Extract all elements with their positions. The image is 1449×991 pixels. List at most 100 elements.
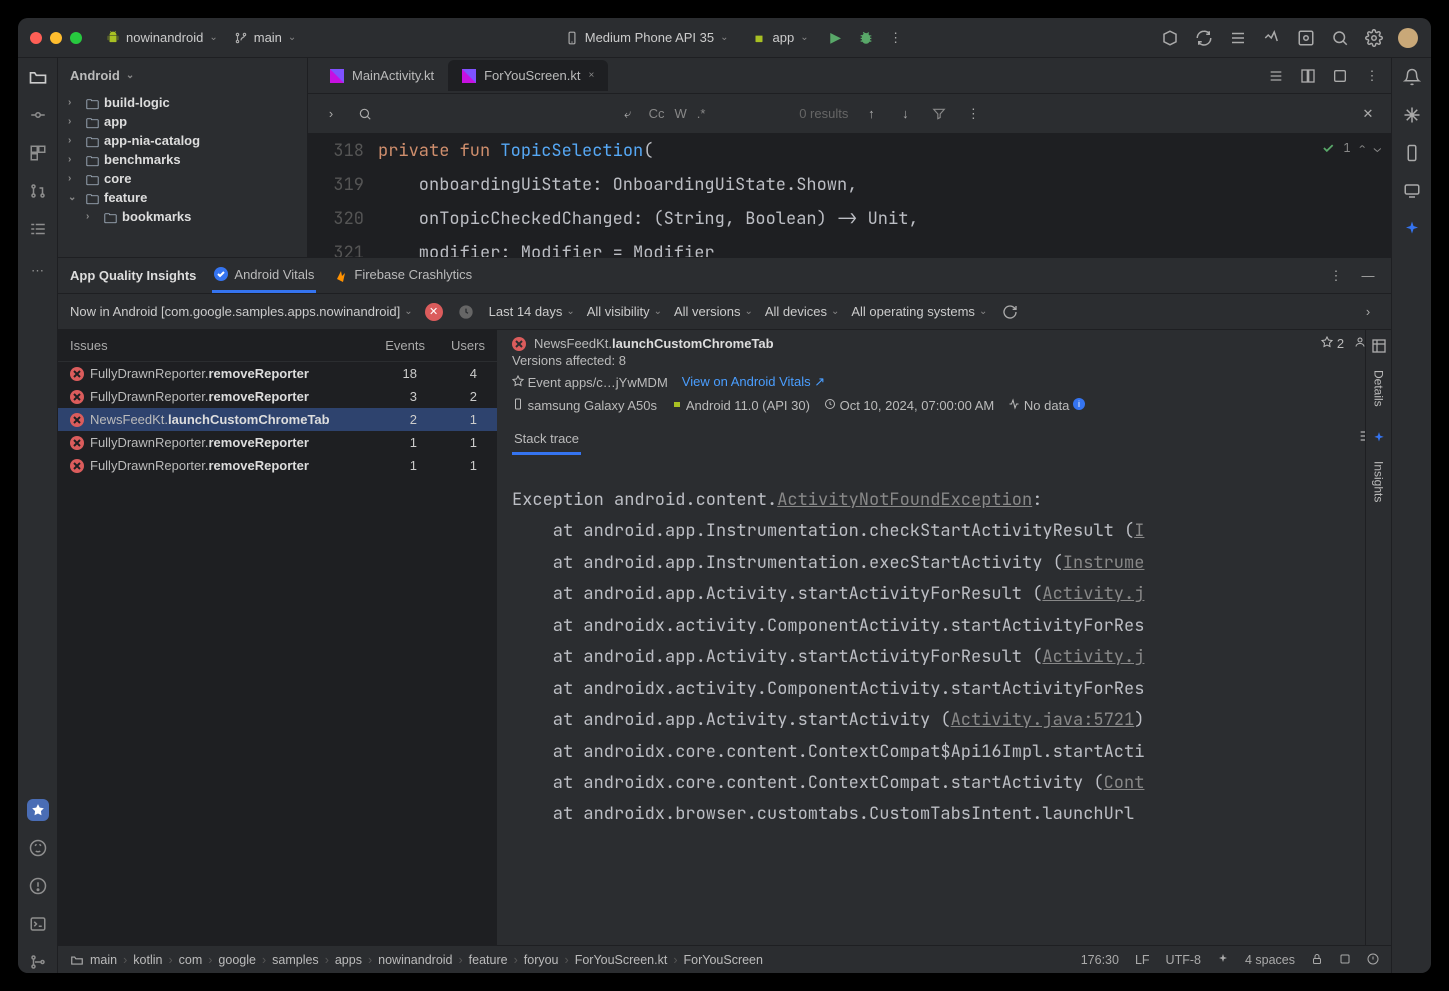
search-icon[interactable] <box>354 103 376 125</box>
regex-toggle[interactable]: .* <box>697 106 706 121</box>
more-icon[interactable]: ⋮ <box>1361 65 1383 87</box>
encoding[interactable]: UTF-8 <box>1166 953 1201 967</box>
word-toggle[interactable]: W <box>675 106 687 121</box>
breadcrumb[interactable]: main›kotlin›com›google›samples›apps›nowi… <box>90 953 763 967</box>
code-lines[interactable]: private fun TopicSelection( onboardingUi… <box>378 134 1391 257</box>
issue-row[interactable]: FullyDrawnReporter.removeReporter11 <box>58 431 497 454</box>
branch-selector[interactable]: main ⌄ <box>226 26 305 49</box>
terminal-icon[interactable] <box>27 913 49 935</box>
tree-item[interactable]: ⌄🗀feature <box>62 188 303 207</box>
sparkle-icon[interactable] <box>1217 953 1229 967</box>
view-on-vitals-link[interactable]: View on Android Vitals ↗ <box>682 374 825 390</box>
clock-icon[interactable] <box>455 301 477 323</box>
tree-item[interactable]: ›🗀benchmarks <box>62 150 303 169</box>
cursor-position[interactable]: 176:30 <box>1081 953 1119 967</box>
issue-row[interactable]: FullyDrawnReporter.removeReporter11 <box>58 454 497 477</box>
info-icon[interactable] <box>1367 953 1379 967</box>
tree-item[interactable]: ›🗀bookmarks <box>62 207 303 226</box>
tree-item[interactable]: ›🗀build-logic <box>62 93 303 112</box>
maximize-icon[interactable] <box>70 32 82 44</box>
gemini-icon[interactable] <box>1401 104 1423 126</box>
line-separator[interactable]: LF <box>1135 953 1150 967</box>
project-selector[interactable]: nowinandroid ⌄ <box>98 26 226 49</box>
commit-icon[interactable] <box>27 104 49 126</box>
tree-item[interactable]: ›🗀app-nia-catalog <box>62 131 303 150</box>
visibility-filter[interactable]: All visibility⌄ <box>587 304 662 319</box>
issue-row[interactable]: FullyDrawnReporter.removeReporter32 <box>58 385 497 408</box>
next-icon[interactable]: ↓ <box>894 103 916 125</box>
case-toggle[interactable]: Cc <box>649 106 665 121</box>
app-inspection-icon[interactable] <box>1295 27 1317 49</box>
search-input[interactable] <box>388 106 488 121</box>
close-icon[interactable] <box>30 32 42 44</box>
notifications-icon[interactable] <box>1401 66 1423 88</box>
debug-button[interactable] <box>855 27 877 49</box>
minimize-icon[interactable] <box>50 32 62 44</box>
settings-icon[interactable] <box>1363 27 1385 49</box>
inspection-widget[interactable]: 1 ⌃⌄ <box>1321 136 1381 160</box>
app-filter[interactable]: Now in Android [com.google.samples.apps.… <box>70 304 413 319</box>
structure-icon[interactable] <box>1227 27 1249 49</box>
issue-row[interactable]: FullyDrawnReporter.removeReporter184 <box>58 362 497 385</box>
more-button[interactable]: ⋮ <box>885 27 907 49</box>
structure-tool-icon[interactable] <box>27 218 49 240</box>
more-tools-icon[interactable]: ⋯ <box>27 260 49 282</box>
indent-info[interactable]: 4 spaces <box>1245 953 1295 967</box>
problems-icon[interactable] <box>27 875 49 897</box>
pull-requests-icon[interactable] <box>27 180 49 202</box>
more-icon[interactable]: ⋮ <box>1325 265 1347 287</box>
minimize-icon[interactable]: — <box>1357 265 1379 287</box>
refresh-icon[interactable] <box>999 301 1021 323</box>
reader-icon[interactable] <box>1329 65 1351 87</box>
issue-row[interactable]: NewsFeedKt.launchCustomChromeTab21 <box>58 408 497 431</box>
tab-stack-trace[interactable]: Stack trace <box>512 425 581 455</box>
device-manager-icon[interactable] <box>1401 142 1423 164</box>
search-icon[interactable] <box>1329 27 1351 49</box>
tree-item[interactable]: ›🗀app <box>62 112 303 131</box>
range-filter[interactable]: Last 14 days⌄ <box>489 304 575 319</box>
editor-tab[interactable]: MainActivity.kt <box>316 60 448 91</box>
error-badge[interactable]: ✕ <box>425 303 443 321</box>
insights-tab[interactable]: Insights <box>1372 461 1386 502</box>
editor-tab[interactable]: ForYouScreen.kt × <box>448 60 608 91</box>
sparkle-icon[interactable] <box>1372 431 1386 445</box>
split-icon[interactable] <box>1297 65 1319 87</box>
list-icon[interactable] <box>1265 65 1287 87</box>
expand-icon[interactable]: › <box>320 103 342 125</box>
devices-filter[interactable]: All devices⌄ <box>765 304 840 319</box>
tree-item[interactable]: ›🗀core <box>62 169 303 188</box>
table-icon[interactable] <box>1371 338 1387 354</box>
avatar[interactable] <box>1397 27 1419 49</box>
stack-trace[interactable]: Exception android.content.ActivityNotFou… <box>498 471 1391 945</box>
next-icon[interactable]: › <box>1357 301 1379 323</box>
code-editor[interactable]: 318319320321 private fun TopicSelection(… <box>308 134 1391 257</box>
prev-icon[interactable]: ↑ <box>860 103 882 125</box>
run-config-selector[interactable]: app ⌄ <box>744 26 816 49</box>
profiler-icon[interactable] <box>1261 27 1283 49</box>
os-filter[interactable]: All operating systems⌄ <box>851 304 987 319</box>
vcs-icon[interactable] <box>27 951 49 973</box>
close-icon[interactable]: ✕ <box>1357 103 1379 125</box>
running-devices-icon[interactable] <box>1401 180 1423 202</box>
logcat-icon[interactable] <box>27 837 49 859</box>
events-stat: 2 <box>1321 336 1344 351</box>
tab-firebase-crashlytics[interactable]: Firebase Crashlytics <box>332 259 474 292</box>
resource-manager-icon[interactable] <box>27 142 49 164</box>
sync-icon[interactable] <box>1193 27 1215 49</box>
ai-icon[interactable] <box>1401 218 1423 240</box>
filter-icon[interactable] <box>928 103 950 125</box>
app-quality-icon[interactable] <box>27 799 49 821</box>
more-icon[interactable]: ⋮ <box>962 103 984 125</box>
close-icon[interactable]: × <box>588 70 594 81</box>
tree-header[interactable]: Android ⌄ <box>58 58 307 93</box>
lock-icon[interactable] <box>1311 953 1323 967</box>
build-icon[interactable] <box>1159 27 1181 49</box>
versions-filter[interactable]: All versions⌄ <box>674 304 753 319</box>
run-button[interactable]: ▶ <box>825 27 847 49</box>
device-selector[interactable]: Medium Phone API 35 ⌄ <box>557 26 737 49</box>
details-tab[interactable]: Details <box>1372 370 1386 407</box>
project-icon[interactable] <box>27 66 49 88</box>
newline-icon[interactable]: ⤶ <box>617 103 639 125</box>
tab-android-vitals[interactable]: Android Vitals <box>212 259 316 293</box>
readonly-icon[interactable] <box>1339 953 1351 967</box>
